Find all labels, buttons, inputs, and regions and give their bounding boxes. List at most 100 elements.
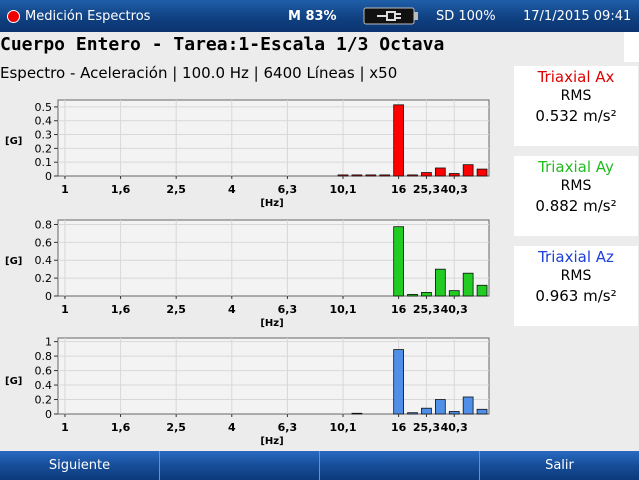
- x-tick-label: 1,6: [111, 421, 131, 434]
- next-button[interactable]: Siguiente: [0, 451, 160, 480]
- rms-label-ay: RMS: [560, 178, 592, 194]
- rms-title-ax: Triaxial Ax: [537, 68, 615, 86]
- plot-area: [57, 337, 490, 415]
- y-tick-label: 0.4: [35, 379, 53, 392]
- spectrum-chart-ay: [G] 0 0.2 0.4 0.6 0.8 1 1,6 2,5 4 6,3 10,1 16 25,3 40…: [0, 214, 500, 334]
- x-tick-label: 1: [61, 421, 69, 434]
- y-tick-label: 1: [45, 336, 52, 349]
- x-tick-label: 1: [61, 183, 69, 196]
- spectrum-bar: [462, 272, 474, 297]
- spectrum-bar: [407, 412, 418, 415]
- x-tick-label: 16: [391, 421, 407, 434]
- y-tick-label: 0.4: [35, 254, 53, 267]
- memory-status: M 83%: [288, 9, 337, 24]
- softkey-bar: Siguiente Salir: [0, 451, 639, 480]
- rms-box-az: Triaxial Az RMS 0.963 m/s²: [514, 246, 638, 326]
- sd-status: SD 100%: [436, 9, 496, 24]
- spectrum-bar: [421, 172, 432, 177]
- spectrum-bar: [434, 167, 446, 177]
- spectrum-bar: [421, 292, 432, 297]
- x-tick-label: 4: [228, 183, 236, 196]
- x-tick-label: 4: [228, 303, 236, 316]
- app-title: Medición Espectros: [25, 9, 151, 24]
- x-tick-label: 1,6: [111, 183, 131, 196]
- y-tick-label: 0.3: [35, 129, 53, 142]
- rms-value-az: 0.963 m/s²: [535, 287, 617, 305]
- x-tick-label: 2,5: [166, 303, 186, 316]
- x-tick-label: 6,3: [278, 303, 298, 316]
- spectrum-bar: [393, 226, 404, 297]
- status-bar: Medición Espectros M 83% SD 100% 17/1/20…: [0, 0, 639, 32]
- spectrum-bar: [351, 174, 363, 177]
- spectrum-bar: [434, 399, 446, 415]
- rms-label-az: RMS: [560, 268, 592, 284]
- plot-area: [57, 99, 490, 177]
- rms-value-ay: 0.882 m/s²: [535, 197, 617, 215]
- rms-title-az: Triaxial Az: [538, 248, 614, 266]
- x-tick-label: 25,3: [413, 303, 440, 316]
- y-tick-label: 0.2: [35, 142, 53, 155]
- y-tick-label: 0: [45, 290, 52, 303]
- x-tick-label: 6,3: [278, 421, 298, 434]
- x-tick-label: 6,3: [278, 183, 298, 196]
- x-tick-label: 10,1: [329, 421, 356, 434]
- spectrum-info: Espectro - Aceleración | 100.0 Hz | 6400…: [0, 64, 398, 82]
- softkey-3-button[interactable]: [320, 451, 480, 480]
- spectrum-bar: [434, 268, 446, 297]
- x-tick-label: 10,1: [329, 303, 356, 316]
- y-tick-label: 0.6: [35, 236, 53, 249]
- spectrum-bar: [337, 174, 349, 177]
- page-title: Cuerpo Entero - Tarea:1-Escala 1/3 Octav…: [0, 34, 445, 55]
- battery-plug-icon: [363, 7, 418, 25]
- exit-button[interactable]: Salir: [480, 451, 639, 480]
- x-tick-label: 16: [391, 303, 407, 316]
- record-indicator-icon: [7, 10, 20, 23]
- rms-box-ay: Triaxial Ay RMS 0.882 m/s²: [514, 156, 638, 236]
- spectrum-bar: [407, 293, 418, 297]
- y-tick-label: 0: [45, 170, 52, 183]
- spectrum-bar: [476, 408, 488, 415]
- spectrum-bar: [448, 411, 460, 415]
- x-axis-title: [Hz]: [260, 198, 283, 209]
- spectrum-chart-ax: [G] 0 0.1 0.2 0.3 0.4 0.5 1 1,6 2,5 4 6,3 10,1 16 25,…: [0, 94, 500, 214]
- x-tick-label: 1,6: [111, 303, 131, 316]
- rms-box-ax: Triaxial Ax RMS 0.532 m/s²: [514, 66, 638, 146]
- y-tick-label: 0: [45, 408, 52, 421]
- x-tick-label: 1: [61, 303, 69, 316]
- spectrum-bar: [379, 174, 391, 177]
- spectrum-bar: [448, 173, 460, 177]
- spectrum-bar: [462, 396, 474, 415]
- x-axis-title: [Hz]: [260, 318, 283, 329]
- y-tick-label: 0.2: [35, 272, 53, 285]
- spectrum-bar: [351, 412, 363, 415]
- chart-canvas-ax: 00.10.20.30.40.5 1 1,6 2,5 4 6,3 10,1 16 25,3 40,…: [35, 99, 490, 209]
- chart-canvas-az: 00.20.40.60.8111,62,546,310,11625,340,36…: [35, 336, 490, 447]
- softkey-2-button[interactable]: [160, 451, 320, 480]
- y-tick-label: 0.2: [35, 394, 53, 407]
- spectrum-bar: [476, 284, 488, 297]
- rms-title-ay: Triaxial Ay: [538, 158, 614, 176]
- y-tick-label: 0.4: [35, 115, 53, 128]
- x-tick-label: 40,3: [441, 421, 468, 434]
- x-axis-title: [Hz]: [260, 436, 283, 447]
- spectrum-chart-az: [G] 0 0.2 0.4 0.6 0.8 1 1 1,6 2,5 4 6,3 10,1 16 25,3 4…: [0, 332, 500, 452]
- y-tick-label: 0.8: [35, 350, 53, 363]
- x-tick-label: 40,3: [441, 183, 468, 196]
- spectrum-bar: [476, 168, 488, 177]
- spectrum-bar: [393, 104, 404, 177]
- x-tick-label: 16: [391, 183, 407, 196]
- date-time: 17/1/2015 09:41: [523, 9, 632, 24]
- x-tick-label: 25,3: [413, 183, 440, 196]
- spectrum-bar: [393, 349, 404, 415]
- x-tick-label: 2,5: [166, 183, 186, 196]
- x-tick-label: 25,3: [413, 421, 440, 434]
- spectrum-bar: [462, 164, 474, 177]
- y-tick-label: 0.6: [35, 365, 53, 378]
- y-tick-label: 0.8: [35, 218, 53, 231]
- spectrum-bar: [448, 290, 460, 297]
- plot-area: [57, 219, 490, 297]
- y-tick-label: 0.1: [35, 156, 53, 169]
- x-tick-label: 10,1: [329, 183, 356, 196]
- rms-label-ax: RMS: [560, 88, 592, 104]
- spectrum-bar: [421, 407, 432, 415]
